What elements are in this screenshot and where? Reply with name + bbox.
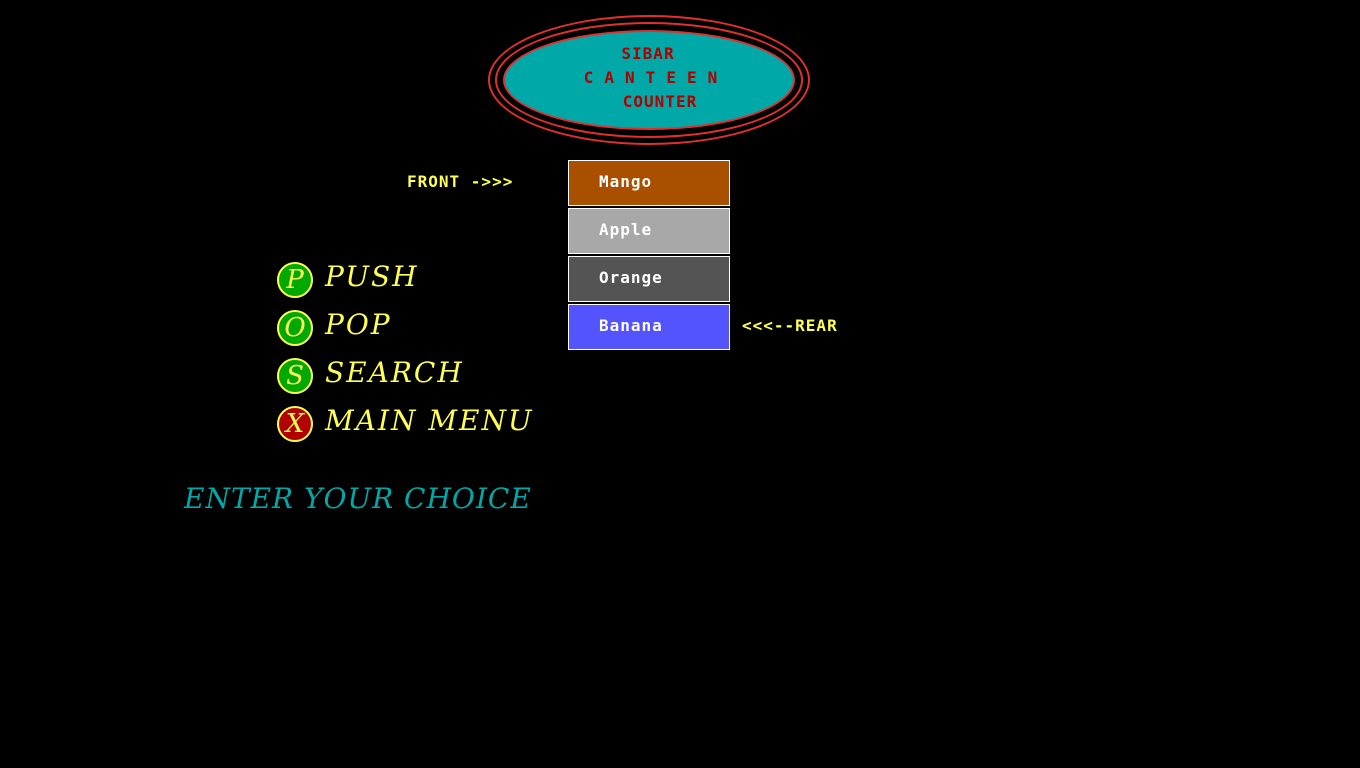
queue-box: Mango Apple Orange Banana: [568, 160, 730, 352]
menu-item-push[interactable]: P PUSH: [277, 260, 419, 300]
push-label: PUSH: [325, 259, 419, 293]
front-pointer-label: FRONT ->>>: [407, 172, 514, 191]
dos-screen: SIBAR CANTEEN COUNTER FRONT ->>> <<<--RE…: [0, 0, 1360, 768]
title-line-canteen: CANTEEN: [583, 68, 729, 87]
queue-cell-3: Orange: [568, 256, 730, 302]
menu-item-pop[interactable]: O POP: [277, 308, 392, 348]
search-label: SEARCH: [325, 355, 464, 389]
rear-pointer-label: <<<--REAR: [742, 316, 838, 335]
main-menu-label: MAIN MENU: [325, 403, 534, 437]
queue-cell-2: Apple: [568, 208, 730, 254]
search-key-badge[interactable]: S: [277, 358, 313, 394]
menu-item-main-menu[interactable]: X MAIN MENU: [277, 404, 534, 444]
pop-key-badge[interactable]: O: [277, 310, 313, 346]
main-menu-key-badge[interactable]: X: [277, 406, 313, 442]
queue-cell-4: Banana: [568, 304, 730, 350]
menu-item-search[interactable]: S SEARCH: [277, 356, 464, 396]
pop-label: POP: [325, 307, 392, 341]
title-line-counter: COUNTER: [622, 92, 698, 111]
push-key-badge[interactable]: P: [277, 262, 313, 298]
queue-cell-1: Mango: [568, 160, 730, 206]
choice-prompt: ENTER YOUR CHOICE: [184, 482, 532, 515]
title-line-sibar: SIBAR: [621, 44, 675, 63]
